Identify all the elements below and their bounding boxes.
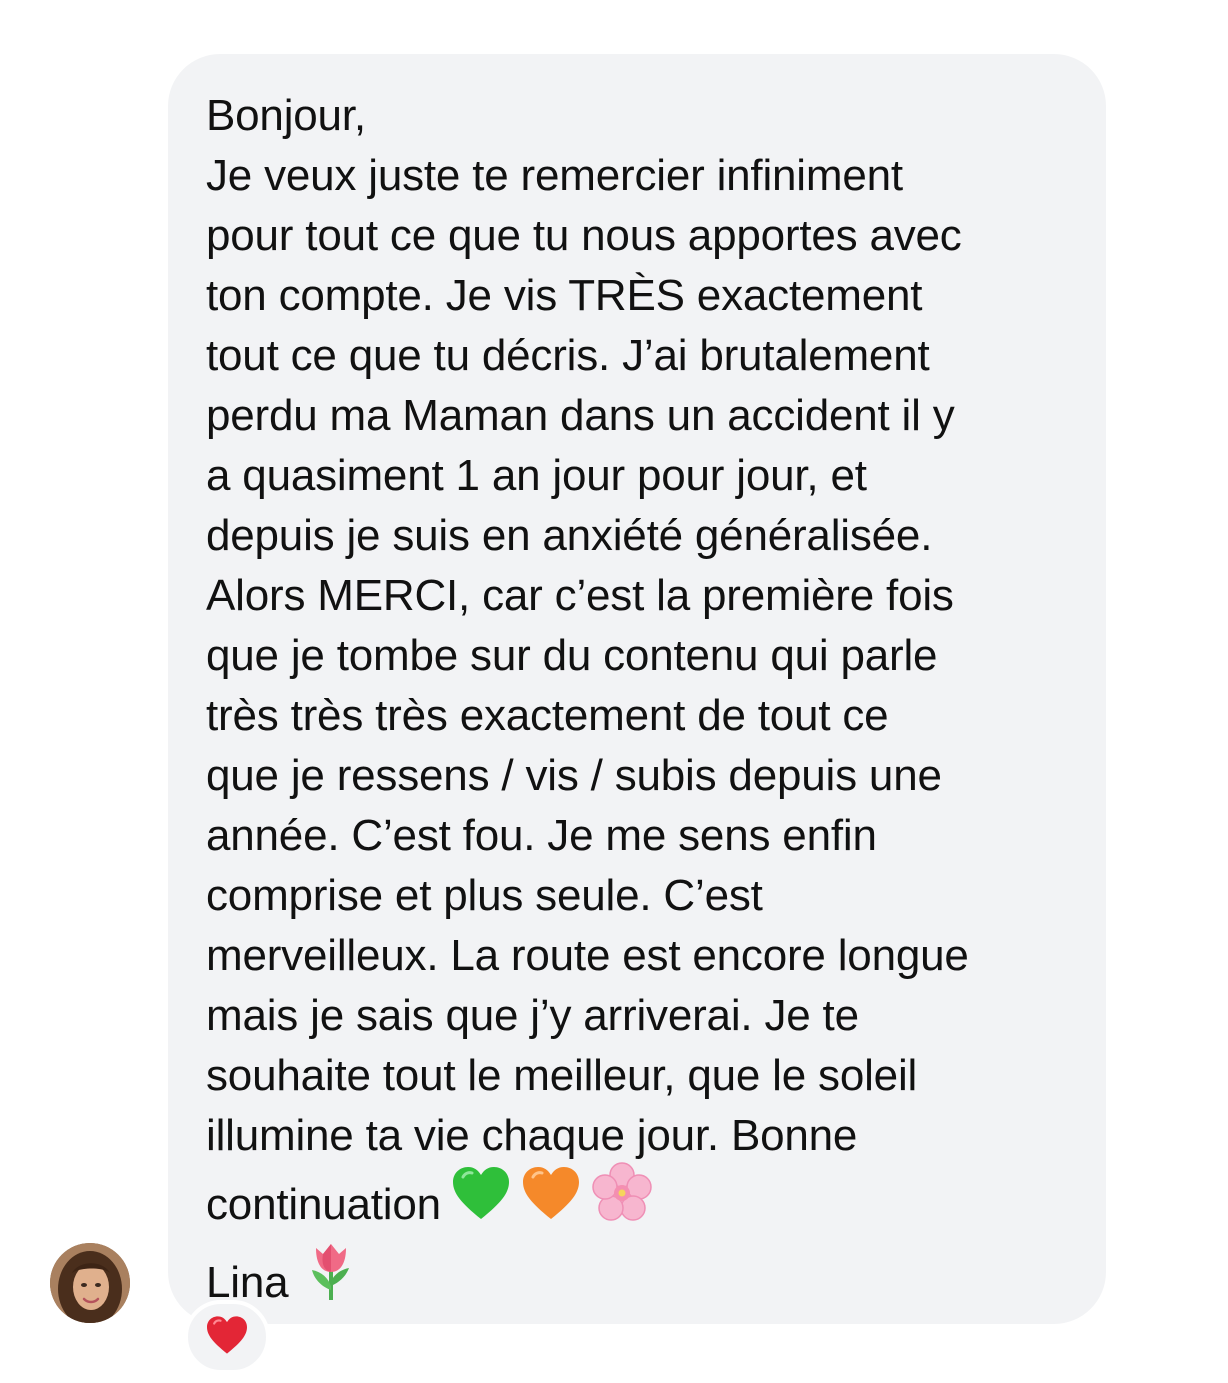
message-line: année. C’est fou. Je me sens enfin: [206, 811, 877, 860]
message-line: pour tout ce que tu nous apportes avec: [206, 211, 962, 260]
message-signature-row: Lina: [206, 1244, 969, 1322]
message-line: depuis je suis en anxiété généralisée.: [206, 511, 933, 560]
message-line: Alors MERCI, car c’est la première fois: [206, 571, 954, 620]
tulip-icon: [306, 1240, 356, 1318]
message-line: Je veux juste te remercier infiniment: [206, 151, 903, 200]
green-heart-icon: [451, 1165, 511, 1237]
cherry-blossom-icon: [591, 1162, 653, 1240]
message-bubble[interactable]: Bonjour, Je veux juste te remercier infi…: [168, 54, 1106, 1324]
message-last-line: continuation: [206, 1162, 969, 1244]
avatar-image: [50, 1243, 130, 1323]
message-line: perdu ma Maman dans un accident il y: [206, 391, 955, 440]
message-line: que je ressens / vis / subis depuis une: [206, 751, 942, 800]
message-line: comprise et plus seule. C’est: [206, 871, 763, 920]
message-line: tout ce que tu décris. J’ai brutalement: [206, 331, 930, 380]
message-body: Je veux juste te remercier infiniment po…: [206, 146, 969, 1322]
message-line: illumine ta vie chaque jour. Bonne: [206, 1111, 858, 1160]
message-line: ton compte. Je vis TRÈS exactement: [206, 271, 923, 320]
orange-heart-icon: [521, 1165, 581, 1237]
message-line: souhaite tout le meilleur, que le soleil: [206, 1051, 918, 1100]
message-greeting: Bonjour,: [206, 91, 366, 140]
message-line: merveilleux. La route est encore longue: [206, 931, 969, 980]
red-heart-icon: [205, 1315, 249, 1360]
reaction-badge[interactable]: [184, 1300, 270, 1374]
message-last-line-text: continuation: [206, 1180, 441, 1229]
message-line: très très très exactement de tout ce: [206, 691, 889, 740]
message-line: que je tombe sur du contenu qui parle: [206, 631, 938, 680]
avatar[interactable]: [50, 1243, 130, 1323]
message-line: a quasiment 1 an jour pour jour, et: [206, 451, 867, 500]
message-line: mais je sais que j’y arriverai. Je te: [206, 991, 859, 1040]
